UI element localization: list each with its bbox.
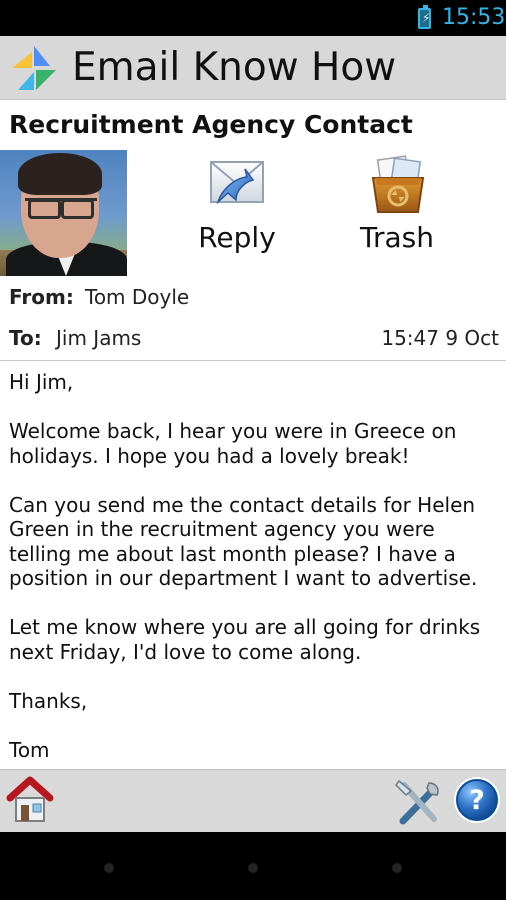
recipient-name: Jim Jams [56,326,142,350]
bottom-toolbar: ? [0,769,506,832]
body-paragraph: Thanks, [9,688,88,713]
body-paragraph: Let me know where you are all going for … [9,615,487,664]
status-bar: ⚡ 15:53 [0,0,506,36]
email-subject: Recruitment Agency Contact [9,110,413,139]
help-icon[interactable]: ? [451,774,503,826]
body-paragraph: Can you send me the contact details for … [9,492,482,591]
reply-envelope-icon [210,161,264,205]
body-paragraph: Tom [9,737,50,762]
trash-box-icon [371,155,425,213]
email-view: Recruitment Agency Contact Reply Trash F… [0,100,506,769]
app-title: Email Know How [72,45,397,90]
email-know-how-logo [12,46,56,90]
to-row: To: Jim Jams 15:47 9 Oct [9,321,499,355]
trash-label: Trash [360,221,434,254]
system-navigation-bar [0,832,506,900]
reply-button[interactable]: Reply [182,150,292,260]
status-time: 15:53 [442,5,506,30]
email-date: 15:47 9 Oct [381,326,499,350]
header-divider [0,360,506,361]
svg-text:?: ? [469,785,485,816]
body-paragraph: Hi Jim, [9,370,74,394]
app-bar: Email Know How [0,36,506,100]
home-nav-button[interactable] [248,863,258,873]
sender-name: Tom Doyle [85,285,190,309]
tools-icon[interactable] [394,777,442,827]
from-label: From: [9,285,74,309]
sender-avatar [0,150,127,276]
from-row: From: Tom Doyle [9,280,499,314]
to-label: To: [9,326,42,350]
battery-charging-icon: ⚡ [418,5,431,29]
body-paragraph: Welcome back, I hear you were in Greece … [9,419,463,468]
email-body: Hi Jim, Welcome back, I hear you were in… [9,370,499,787]
recents-button[interactable] [392,863,402,873]
back-button[interactable] [104,863,114,873]
reply-label: Reply [198,221,276,254]
home-icon[interactable] [4,775,56,825]
trash-button[interactable]: Trash [342,150,452,260]
